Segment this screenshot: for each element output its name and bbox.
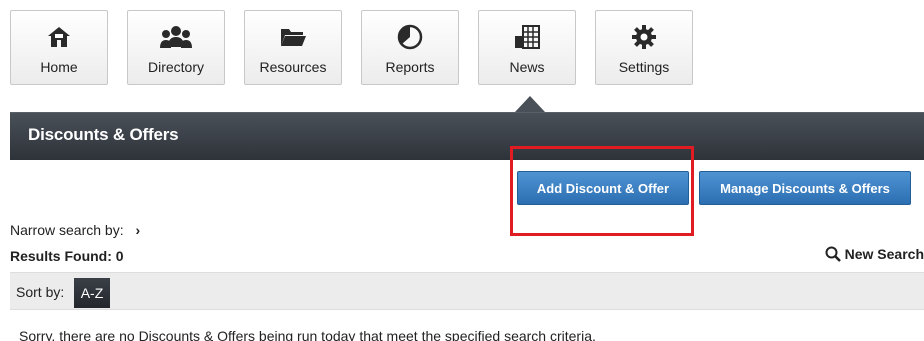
nav-tile-settings[interactable]: Settings — [595, 10, 693, 85]
empty-results-message: Sorry, there are no Discounts & Offers b… — [19, 328, 596, 341]
nav-label-home: Home — [40, 59, 78, 75]
nav-label-directory: Directory — [147, 59, 204, 75]
sort-label: Sort by: — [16, 284, 65, 300]
active-tab-pointer — [515, 96, 545, 112]
nav-tile-resources[interactable]: Resources — [244, 10, 342, 85]
search-icon — [825, 246, 841, 262]
nav-label-news: News — [509, 59, 545, 75]
results-count: Results Found: 0 — [10, 248, 124, 264]
nav-label-resources: Resources — [259, 59, 327, 75]
people-icon — [159, 23, 193, 51]
page-title: Discounts & Offers — [28, 125, 179, 144]
home-icon — [46, 23, 72, 51]
nav-label-reports: Reports — [385, 59, 435, 75]
sort-az-button[interactable]: A-Z — [74, 278, 110, 308]
nav-tile-reports[interactable]: Reports — [361, 10, 459, 85]
narrow-search[interactable]: Narrow search by: › — [10, 222, 140, 238]
nav-tile-news[interactable]: News — [478, 10, 576, 85]
narrow-search-label: Narrow search by: — [10, 222, 124, 238]
building-icon — [513, 23, 541, 51]
gear-icon — [631, 23, 657, 51]
new-search-link[interactable]: New Search — [825, 246, 924, 262]
pie-chart-icon — [397, 23, 423, 51]
nav-tile-home[interactable]: Home — [10, 10, 108, 85]
chevron-right-icon[interactable]: › — [135, 222, 140, 238]
manage-discounts-offers-button[interactable]: Manage Discounts & Offers — [699, 171, 911, 205]
new-search-label: New Search — [844, 246, 924, 262]
folder-icon — [279, 23, 307, 51]
nav-tile-directory[interactable]: Directory — [127, 10, 225, 85]
nav-label-settings: Settings — [618, 59, 670, 75]
section-header: Discounts & Offers — [10, 112, 924, 160]
page: Home Directory Resources Reports News Se… — [0, 0, 924, 341]
add-discount-offer-button[interactable]: Add Discount & Offer — [517, 171, 689, 205]
sort-bar: Sort by: A-Z — [10, 272, 924, 310]
